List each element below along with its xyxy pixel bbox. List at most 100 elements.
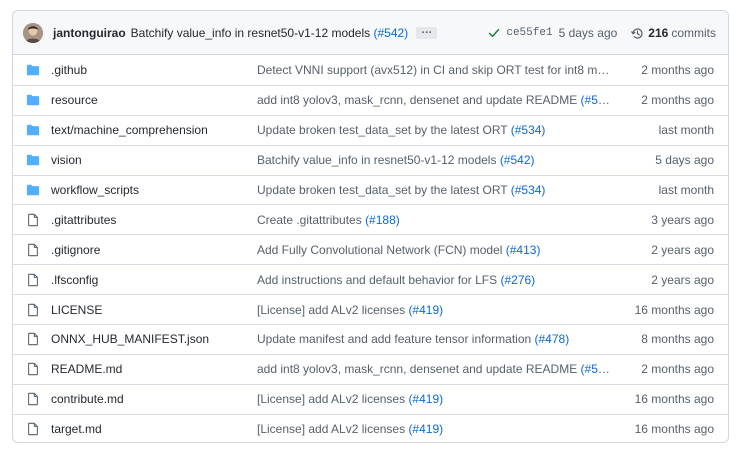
commit-message-text[interactable]: [License] add ALv2 licenses — [257, 303, 408, 317]
file-row[interactable]: README.md add int8 yolov3, mask_rcnn, den… — [13, 353, 728, 384]
check-icon[interactable] — [488, 27, 500, 39]
pr-link[interactable]: (#276) — [500, 273, 535, 287]
commit-count[interactable]: 216 — [648, 26, 668, 40]
file-name-link[interactable]: .gitignore — [51, 243, 100, 257]
file-row[interactable]: ONNX_HUB_MANIFEST.json Update manifest an… — [13, 324, 728, 354]
commit-author[interactable]: jantonguirao — [53, 26, 126, 40]
folder-icon — [26, 64, 40, 76]
folder-name-link[interactable]: vision — [51, 153, 82, 167]
folder-icon — [26, 154, 40, 166]
expand-message-button[interactable]: … — [416, 24, 438, 39]
file-name-link[interactable]: LICENSE — [51, 303, 102, 317]
commit-age[interactable]: 3 years ago — [651, 213, 714, 227]
commit-message-link[interactable]: Update broken test_data_set by the lates… — [257, 123, 613, 137]
file-row[interactable]: .lfsconfig Add instructions and default b… — [13, 264, 728, 294]
commit-message-link[interactable]: Update manifest and add feature tensor i… — [257, 332, 613, 346]
commit-message-link[interactable]: [License] add ALv2 licenses (#419) — [257, 422, 613, 436]
commit-message-link[interactable]: Add Fully Convolutional Network (FCN) mo… — [257, 243, 613, 257]
pr-link[interactable]: (#419) — [408, 392, 443, 406]
commit-age[interactable]: 2 years ago — [651, 273, 714, 287]
commit-message-link[interactable]: Detect VNNI support (avx512) in CI and s… — [257, 63, 613, 77]
commit-message-text[interactable]: Create .gitattributes — [257, 213, 365, 227]
file-icon — [28, 363, 38, 376]
pr-link[interactable]: (#517) — [581, 93, 613, 107]
commit-message-text[interactable]: add int8 yolov3, mask_rcnn, densenet and… — [257, 93, 581, 107]
commit-message-text[interactable]: Update broken test_data_set by the lates… — [257, 183, 511, 197]
commit-age[interactable]: last month — [659, 123, 714, 137]
file-name-link[interactable]: README.md — [51, 362, 122, 376]
file-row[interactable]: text/machine_comprehension Update broken … — [13, 114, 728, 145]
pr-link[interactable]: (#542) — [500, 153, 535, 167]
file-icon — [28, 422, 38, 436]
pr-link[interactable]: (#188) — [365, 213, 400, 227]
commit-message-text[interactable]: add int8 yolov3, mask_rcnn, densenet and… — [257, 362, 581, 376]
commit-age[interactable]: 16 months ago — [635, 392, 714, 406]
commit-age[interactable]: 16 months ago — [635, 303, 714, 317]
folder-name-link[interactable]: workflow_scripts — [51, 183, 139, 197]
file-name-link[interactable]: .gitattributes — [51, 213, 116, 227]
commit-message-link[interactable]: [License] add ALv2 licenses (#419) — [257, 392, 613, 406]
commit-age[interactable]: 2 months ago — [641, 93, 714, 107]
file-name-link[interactable]: ONNX_HUB_MANIFEST.json — [51, 332, 209, 346]
folder-icon — [26, 95, 40, 106]
commit-age[interactable]: 5 days ago — [559, 26, 618, 40]
file-row[interactable]: .github Detect VNNI support (avx512) in C… — [13, 55, 728, 85]
file-row[interactable]: target.md [License] add ALv2 licenses (#4… — [13, 413, 728, 442]
commit-age[interactable]: 2 months ago — [641, 63, 714, 77]
commit-message-text[interactable]: [License] add ALv2 licenses — [257, 422, 408, 436]
file-row[interactable]: contribute.md [License] add ALv2 licenses… — [13, 383, 728, 414]
file-row[interactable]: LICENSE [License] add ALv2 licenses (#419… — [13, 294, 728, 324]
file-row[interactable]: vision Batchify value_info in resnet50-v1… — [13, 144, 728, 175]
file-list: .github Detect VNNI support (avx512) in C… — [13, 55, 728, 442]
file-icon — [28, 333, 38, 346]
pr-link[interactable]: (#517) — [581, 362, 613, 376]
commit-age[interactable]: last month — [659, 183, 714, 197]
commit-pr-link[interactable]: (#542) — [373, 26, 408, 40]
file-icon — [28, 273, 38, 286]
commit-message-link[interactable]: [License] add ALv2 licenses (#419) — [257, 303, 613, 317]
folder-name-link[interactable]: text/machine_comprehension — [51, 123, 208, 137]
avatar[interactable] — [23, 22, 43, 43]
commit-message-text[interactable]: Batchify value_info in resnet50-v1-12 mo… — [257, 153, 500, 167]
pr-link[interactable]: (#419) — [408, 303, 443, 317]
commit-age[interactable]: 16 months ago — [635, 422, 714, 436]
file-row[interactable]: .gitignore Add Fully Convolutional Networ… — [13, 234, 728, 264]
commits-label[interactable]: commits — [671, 26, 716, 40]
folder-name-link[interactable]: resource — [51, 93, 98, 107]
commit-sha[interactable]: ce55fe1 — [506, 27, 552, 39]
file-row[interactable]: .gitattributes Create .gitattributes (#18… — [13, 204, 728, 234]
file-row[interactable]: resource add int8 yolov3, mask_rcnn, dens… — [13, 84, 728, 115]
commit-age[interactable]: 5 days ago — [655, 153, 714, 167]
commit-message-text[interactable]: Update manifest and add feature tensor i… — [257, 332, 535, 346]
commit-message-link[interactable]: Batchify value_info in resnet50-v1-12 mo… — [257, 153, 613, 167]
commit-message-link[interactable]: add int8 yolov3, mask_rcnn, densenet and… — [257, 93, 613, 107]
file-name-link[interactable]: contribute.md — [51, 392, 124, 406]
pr-link[interactable]: (#534) — [511, 123, 546, 137]
commit-message-link[interactable]: add int8 yolov3, mask_rcnn, densenet and… — [257, 362, 613, 376]
commit-message-link[interactable]: Update broken test_data_set by the lates… — [257, 183, 613, 197]
folder-name-link[interactable]: .github — [51, 63, 87, 77]
commit-message-link[interactable]: Add instructions and default behavior fo… — [257, 273, 613, 287]
file-name-link[interactable]: .lfsconfig — [51, 273, 98, 287]
pr-link[interactable]: (#478) — [535, 332, 570, 346]
commit-age[interactable]: 2 years ago — [651, 243, 714, 257]
commit-message-text[interactable]: [License] add ALv2 licenses — [257, 392, 408, 406]
pr-link[interactable]: (#419) — [408, 422, 443, 436]
latest-commit-bar: jantonguirao Batchify value_info in resn… — [13, 11, 728, 55]
commit-message-text[interactable]: Batchify value_info in resnet50-v1-12 mo… — [131, 26, 370, 40]
commit-message-text[interactable]: Update broken test_data_set by the lates… — [257, 123, 511, 137]
commit-message-link[interactable]: Create .gitattributes (#188) — [257, 213, 613, 227]
file-row[interactable]: workflow_scripts Update broken test_data_… — [13, 174, 728, 205]
commit-meta: ce55fe1 5 days ago 216 commits — [488, 11, 716, 55]
pr-link[interactable]: (#413) — [506, 243, 541, 257]
folder-icon — [26, 124, 40, 136]
file-name-link[interactable]: target.md — [51, 422, 102, 436]
file-icon — [28, 303, 38, 316]
pr-link[interactable]: (#534) — [511, 183, 546, 197]
commit-message-text[interactable]: Add Fully Convolutional Network (FCN) mo… — [257, 243, 506, 257]
commit-age[interactable]: 2 months ago — [641, 362, 714, 376]
commit-message-text[interactable]: Add instructions and default behavior fo… — [257, 273, 500, 287]
commit-message-text[interactable]: Detect VNNI support (avx512) in CI and s… — [257, 63, 613, 77]
commit-age[interactable]: 8 months ago — [641, 332, 714, 346]
commit-message[interactable]: Batchify value_info in resnet50-v1-12 mo… — [131, 26, 409, 40]
